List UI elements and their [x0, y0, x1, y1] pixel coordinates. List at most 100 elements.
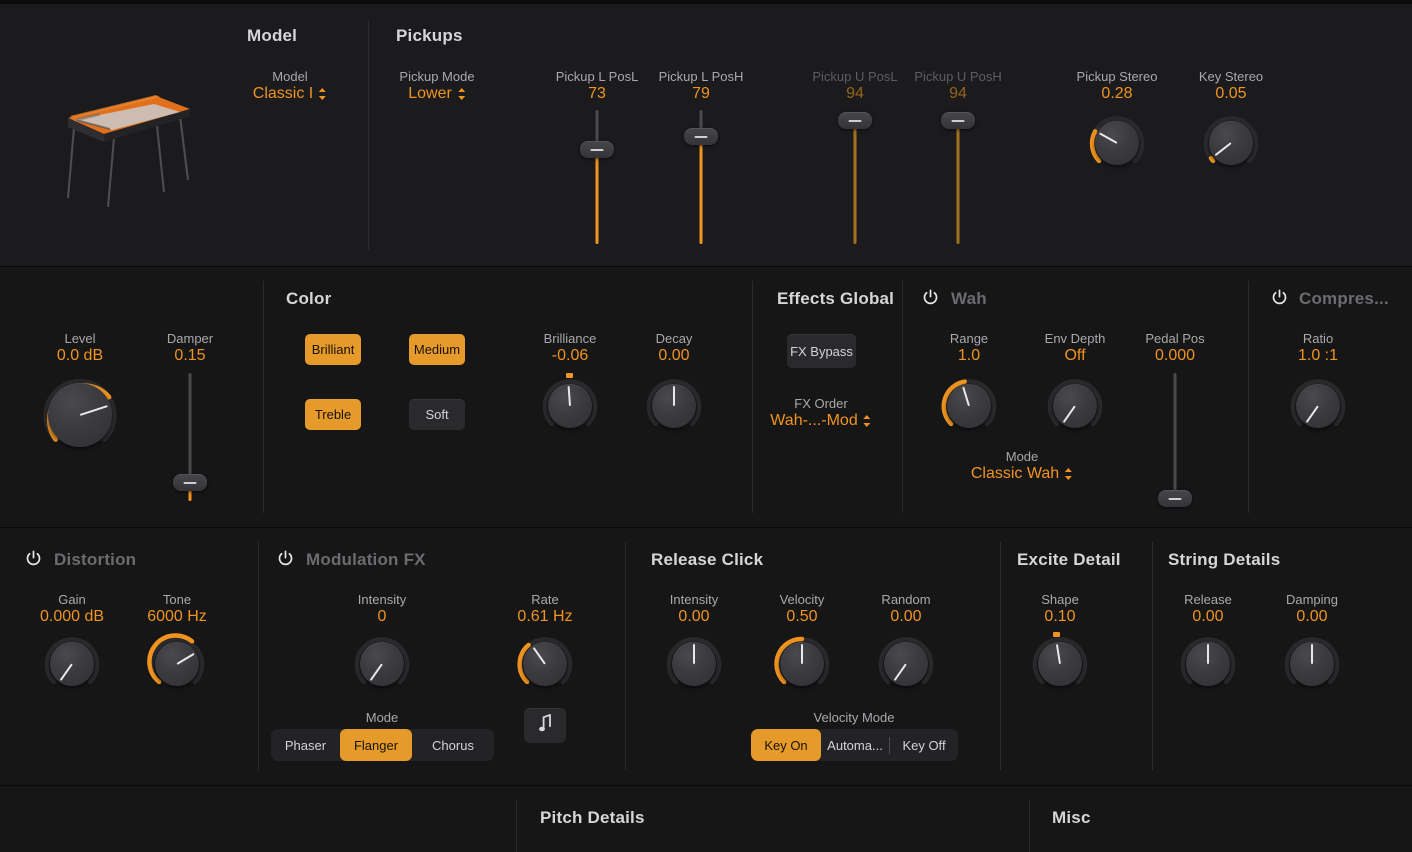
model-label: Model [272, 69, 308, 84]
wah-power-button[interactable] [922, 289, 939, 306]
color-button-medium[interactable]: Medium [409, 334, 465, 365]
pickup-l-posl-slider[interactable] [579, 110, 615, 244]
release-intensity-value: 0.00 [678, 608, 710, 625]
color-button-treble[interactable]: Treble [305, 399, 361, 430]
string-release-knob[interactable] [1177, 633, 1239, 695]
release-velocity-value: 0.50 [786, 608, 818, 625]
brilliance-label: Brilliance [543, 331, 597, 346]
velocity-mode-segmented[interactable]: Key On Automa... Key Off [751, 729, 958, 761]
level-knob[interactable] [38, 373, 122, 457]
fx-order-label: FX Order [794, 396, 848, 411]
pickup-u-posl-slider[interactable] [837, 110, 873, 244]
mod-rate-label: Rate [531, 592, 559, 607]
pickup-u-posl-value: 94 [846, 85, 864, 102]
distortion-gain-value: 0.000 dB [39, 608, 105, 625]
wah-mode-label: Mode [1005, 449, 1039, 464]
distortion-gain-label: Gain [58, 592, 86, 607]
damper-slider[interactable] [172, 373, 208, 501]
color-button-brilliant[interactable]: Brilliant [305, 334, 361, 365]
string-damping-value: 0.00 [1296, 608, 1328, 625]
release-random-label: Random [881, 592, 931, 607]
velocity-mode-automatic[interactable]: Automa... [821, 729, 889, 761]
distortion-power-button[interactable] [25, 550, 42, 567]
pickup-l-posh-slider[interactable] [683, 110, 719, 244]
compressor-ratio-label: Ratio [1302, 331, 1334, 346]
release-intensity-knob[interactable] [663, 633, 725, 695]
velocity-mode-key-on[interactable]: Key On [751, 729, 821, 761]
release-random-knob[interactable] [875, 633, 937, 695]
section-title-release-click: Release Click [651, 550, 764, 569]
mod-rate-value: 0.61 Hz [517, 608, 573, 625]
section-title-pickups: Pickups [396, 26, 463, 45]
model-value: Classic I [252, 85, 314, 102]
level-label: Level [64, 331, 96, 346]
mod-intensity-knob[interactable] [351, 633, 413, 695]
distortion-tone-value: 6000 Hz [147, 608, 207, 625]
pickup-u-posh-label: Pickup U PosH [914, 69, 1002, 84]
instrument-image [60, 82, 196, 208]
key-stereo-knob[interactable] [1200, 112, 1262, 174]
pickup-mode-popup[interactable]: Lower [408, 85, 466, 103]
pickup-l-posl-label: Pickup L PosL [555, 69, 639, 84]
mod-mode-flanger[interactable]: Flanger [340, 729, 412, 761]
decay-knob[interactable] [643, 375, 705, 437]
chevron-updown-icon [318, 87, 327, 101]
section-title-misc: Misc [1052, 808, 1091, 827]
fx-order-value: Wah-...-Mod [770, 412, 858, 429]
brilliance-knob[interactable] [539, 373, 601, 437]
divider-wah-comp [1248, 281, 1249, 513]
wah-env-depth-knob[interactable] [1044, 375, 1106, 437]
velocity-mode-key-off[interactable]: Key Off [890, 729, 958, 761]
chevron-updown-icon [457, 87, 466, 101]
mod-mode-phaser[interactable]: Phaser [271, 729, 340, 761]
excite-shape-value: 0.10 [1044, 608, 1076, 625]
pickup-stereo-label: Pickup Stereo [1076, 69, 1158, 84]
bottom-panel: Distortion Gain 0.000 dB Tone 6000 Hz Mo… [0, 527, 1412, 785]
pickup-u-posl-label: Pickup U PosL [812, 69, 898, 84]
distortion-tone-knob[interactable] [146, 633, 208, 695]
wah-pedal-pos-value: 0.000 [1154, 347, 1196, 364]
divider-color-fx [752, 281, 753, 513]
section-title-model: Model [247, 26, 298, 45]
pickup-stereo-value: 0.28 [1101, 85, 1133, 102]
section-title-wah: Wah [951, 289, 987, 308]
wah-range-label: Range [949, 331, 989, 346]
excite-shape-label: Shape [1041, 592, 1079, 607]
section-title-compressor: Compres... [1299, 289, 1389, 308]
release-velocity-label: Velocity [779, 592, 825, 607]
section-title-string-details: String Details [1168, 550, 1281, 569]
model-popup[interactable]: Classic I [253, 85, 327, 103]
chevron-updown-icon [1064, 467, 1073, 481]
pickup-stereo-knob[interactable] [1086, 112, 1148, 174]
wah-range-value: 1.0 [957, 347, 981, 364]
pickup-l-posh-label: Pickup L PosH [658, 69, 744, 84]
section-title-pitch-details: Pitch Details [540, 808, 645, 827]
wah-mode-popup[interactable]: Classic Wah [971, 465, 1073, 483]
excite-shape-knob[interactable] [1029, 632, 1091, 695]
wah-env-depth-value: Off [1064, 347, 1086, 364]
string-damping-knob[interactable] [1281, 633, 1343, 695]
modulation-fx-power-button[interactable] [277, 550, 294, 567]
wah-env-depth-label: Env Depth [1044, 331, 1106, 346]
mod-mode-chorus[interactable]: Chorus [412, 729, 494, 761]
mod-mode-segmented[interactable]: Phaser Flanger Chorus [271, 729, 494, 761]
release-random-value: 0.00 [890, 608, 922, 625]
middle-panel: Level 0.0 dB Damper 0.15 Color Brilliant… [0, 266, 1412, 527]
key-stereo-label: Key Stereo [1198, 69, 1264, 84]
wah-range-knob[interactable] [938, 375, 1000, 437]
compressor-ratio-knob[interactable] [1287, 375, 1349, 437]
color-button-soft[interactable]: Soft [409, 399, 465, 430]
pickup-u-posh-slider[interactable] [940, 110, 976, 244]
fx-order-popup[interactable]: Wah-...-Mod [770, 412, 871, 430]
distortion-gain-knob[interactable] [41, 633, 103, 695]
note-icon-button[interactable] [524, 708, 566, 743]
decay-label: Decay [655, 331, 693, 346]
compressor-power-button[interactable] [1271, 289, 1288, 306]
fx-bypass-button[interactable]: FX Bypass [787, 334, 856, 368]
mod-rate-knob[interactable] [514, 633, 576, 695]
velocity-mode-label: Velocity Mode [813, 710, 895, 725]
release-intensity-label: Intensity [669, 592, 719, 607]
release-velocity-knob[interactable] [771, 633, 833, 695]
distortion-tone-label: Tone [162, 592, 192, 607]
wah-pedal-pos-slider[interactable] [1157, 373, 1193, 507]
